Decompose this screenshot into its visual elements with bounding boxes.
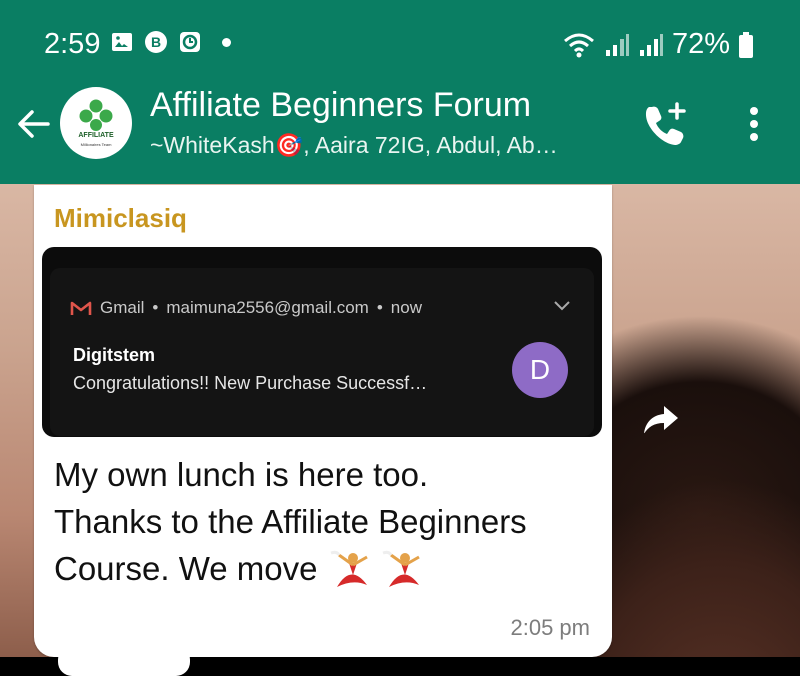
group-avatar[interactable]: AFFILIATE Millionaires Team [60,87,132,159]
notification-icons: B [110,30,231,54]
battery-icon [739,31,753,58]
notification-app: Gmail [100,298,145,317]
avatar-text: AFFILIATE [78,132,114,139]
more-vert-icon[interactable] [740,104,768,144]
back-arrow-icon[interactable] [14,104,54,144]
gmail-icon [70,301,92,315]
notification-title: Digitstem [73,345,156,365]
group-title[interactable]: Affiliate Beginners Forum [150,86,531,125]
attached-image[interactable]: Gmail • maimuna2556@gmail.com • now Digi… [42,247,602,437]
notification-body: Congratulations!! New Purchase Successf… [73,373,428,393]
message-text: My own lunch is here too. Thanks to the … [54,451,594,593]
message-bubble[interactable]: Mimiclasiq Gmail • maimuna2556@gmail.com… [34,185,612,657]
sender-avatar: D [512,342,568,398]
status-time: 2:59 [44,28,101,60]
avatar-subtext: Millionaires Team [80,142,112,147]
woman-dancing-emoji [382,551,420,588]
notification-time: now [390,298,422,317]
chevron-down-icon [554,301,570,311]
dot-icon [222,37,231,47]
woman-dancing-emoji [330,551,368,588]
status-bar: 2:59 B 72% [0,0,800,86]
forward-icon[interactable] [640,398,684,442]
separator-dot: • [376,298,383,317]
message-line-last: Course. We move [54,545,594,593]
emoji-group [327,549,427,593]
message-timestamp: 2:05 pm [510,615,591,640]
clock-app-icon [180,32,200,52]
separator-dot: • [152,298,159,317]
system-icons: 72% [562,28,754,61]
gmail-notification: Gmail • maimuna2556@gmail.com • now Digi… [50,268,594,436]
message-line: My own lunch is here too. [54,456,429,493]
sender-name[interactable]: Mimiclasiq [54,203,187,234]
signal-icon [639,33,663,56]
message-line: Thanks to the Affiliate Beginners [54,503,527,540]
message-line: Course. We move [54,550,318,587]
group-members[interactable]: ~WhiteKash🎯, Aaira 72IG, Abdul, Ab… [150,132,558,159]
battery-percent: 72% [671,28,730,60]
chat-header: AFFILIATE Millionaires Team Affiliate Be… [0,86,800,184]
group-logo-icon [79,99,113,131]
signal-icon [605,33,629,56]
next-message-bubble[interactable] [58,646,190,676]
notification-account: maimuna2556@gmail.com [166,298,369,317]
svg-text:B: B [151,34,161,50]
wifi-icon [563,33,594,57]
add-call-icon[interactable] [643,100,689,146]
notification-header: Gmail • maimuna2556@gmail.com • now [70,298,422,318]
b-app-icon: B [145,31,167,53]
gallery-icon [112,33,132,51]
